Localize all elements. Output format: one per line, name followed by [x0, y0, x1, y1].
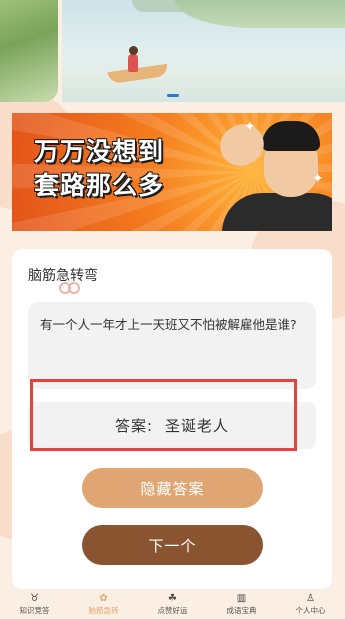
tab-profile[interactable]: ♙ 个人中心	[276, 593, 345, 616]
title-decoration	[59, 282, 80, 294]
question-text: 有一个人一年才上一天班又不怕被解雇他是谁?	[28, 302, 316, 389]
carousel-indicators	[158, 94, 188, 97]
carousel-slide-current[interactable]	[62, 0, 345, 102]
page: ✦ ✦ 万万没想到 套路那么多 脑筋急转弯 有一个人一年才上一天班又不怕被解雇他…	[0, 0, 345, 619]
tab-brain-teaser[interactable]: ✿ 脑筋急转	[69, 593, 138, 616]
poster-title: 万万没想到 套路那么多	[34, 137, 165, 200]
tab-label: 成语宝典	[226, 606, 257, 615]
brain-icon: ✿	[99, 593, 108, 604]
hide-answer-button[interactable]: 隐藏答案	[82, 468, 263, 508]
clover-icon: ☘	[168, 593, 177, 604]
bottom-tab-bar: ♉ 知识竞答 ✿ 脑筋急转 ☘ 点赞好运 ▥ 成语宝典 ♙ 个人中心	[0, 590, 345, 619]
answer-highlight-frame	[30, 379, 297, 451]
tab-knowledge-quiz[interactable]: ♉ 知识竞答	[0, 593, 69, 616]
landscape-hill	[175, 0, 345, 28]
promo-poster[interactable]: ✦ ✦ 万万没想到 套路那么多	[12, 113, 332, 231]
trophy-icon: ♉	[30, 593, 39, 604]
tab-good-luck[interactable]: ☘ 点赞好运	[138, 593, 207, 616]
tab-idiom-book[interactable]: ▥ 成语宝典	[207, 593, 276, 616]
carousel-dot[interactable]	[158, 94, 163, 97]
carousel-dot-active[interactable]	[167, 94, 179, 97]
sparkle-icon: ✦	[312, 171, 324, 187]
tab-label: 点赞好运	[157, 606, 188, 615]
poster-figure-hair	[262, 121, 320, 151]
carousel-dot[interactable]	[183, 94, 188, 97]
landscape-shore	[62, 72, 345, 102]
banner-carousel[interactable]	[0, 0, 345, 102]
user-icon: ♙	[306, 593, 315, 604]
book-icon: ▥	[236, 593, 247, 604]
ring-decoration	[68, 282, 80, 294]
next-button[interactable]: 下一个	[82, 525, 263, 565]
tab-label: 个人中心	[295, 606, 326, 615]
tab-label: 知识竞答	[19, 606, 50, 615]
sparkle-icon: ✦	[244, 119, 256, 135]
rower-illustration	[128, 54, 138, 72]
tab-label: 脑筋急转	[88, 606, 119, 615]
carousel-slide-previous[interactable]	[0, 0, 58, 102]
rower-head-illustration	[129, 46, 138, 55]
